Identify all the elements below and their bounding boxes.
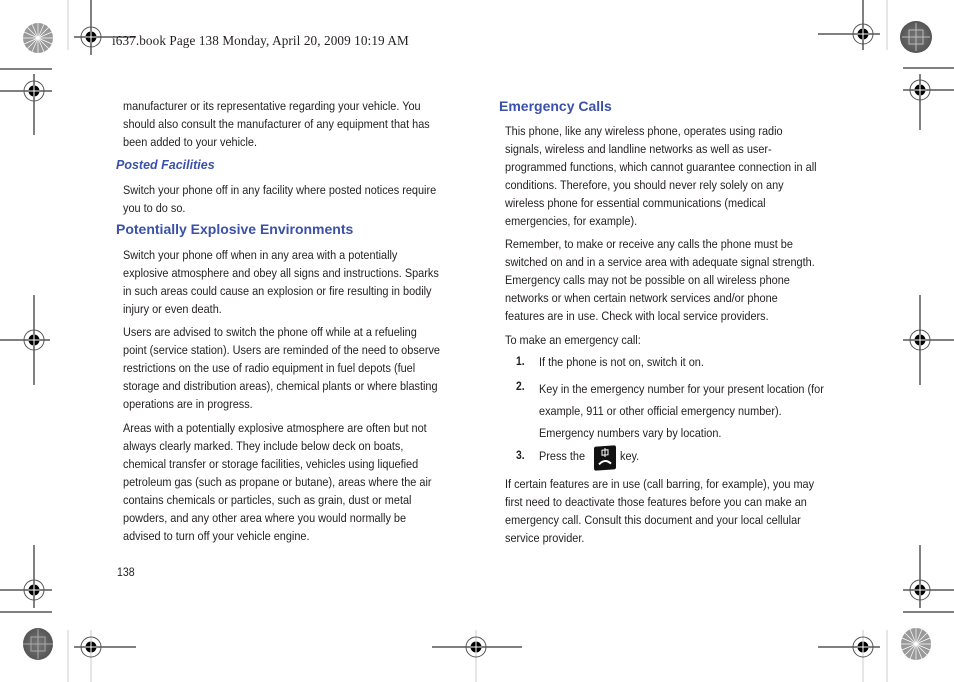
explosive-paragraph-2: Users are advised to switch the phone of…: [123, 325, 440, 411]
emergency-calls-heading: Emergency Calls: [499, 98, 612, 114]
emergency-paragraph-1: This phone, like any wireless phone, ope…: [505, 124, 817, 228]
emergency-paragraph-2: Remember, to make or receive any calls t…: [505, 237, 815, 323]
step-text: Press the: [539, 449, 586, 463]
emergency-paragraph-3: If certain features are in use (call bar…: [505, 477, 815, 545]
step-number: 2.: [516, 381, 525, 393]
explosive-paragraph-1: Switch your phone off when in any area w…: [123, 248, 439, 316]
book-slug: i637.book Page 138 Monday, April 20, 200…: [112, 33, 409, 48]
explosive-paragraph-3: Areas with a potentially explosive atmos…: [123, 421, 432, 543]
posted-facilities-heading: Posted Facilities: [116, 158, 215, 172]
starburst-mark: [901, 628, 931, 660]
step-number: 1.: [516, 356, 525, 368]
page-number: 138: [117, 565, 135, 579]
step-text: If the phone is not on, switch it on.: [539, 355, 704, 369]
step-text: Key in the emergency number for your pre…: [539, 382, 824, 440]
end-call-key-icon: [594, 445, 616, 471]
step-text-after: key.: [620, 449, 640, 463]
starburst-mark: [23, 23, 53, 53]
step-number: 3.: [516, 450, 525, 462]
posted-facilities-paragraph: Switch your phone off in any facility wh…: [123, 183, 437, 215]
explosive-environments-heading: Potentially Explosive Environments: [116, 221, 354, 237]
intro-paragraph: manufacturer or its representative regar…: [123, 99, 430, 149]
steps-intro: To make an emergency call:: [505, 333, 641, 347]
